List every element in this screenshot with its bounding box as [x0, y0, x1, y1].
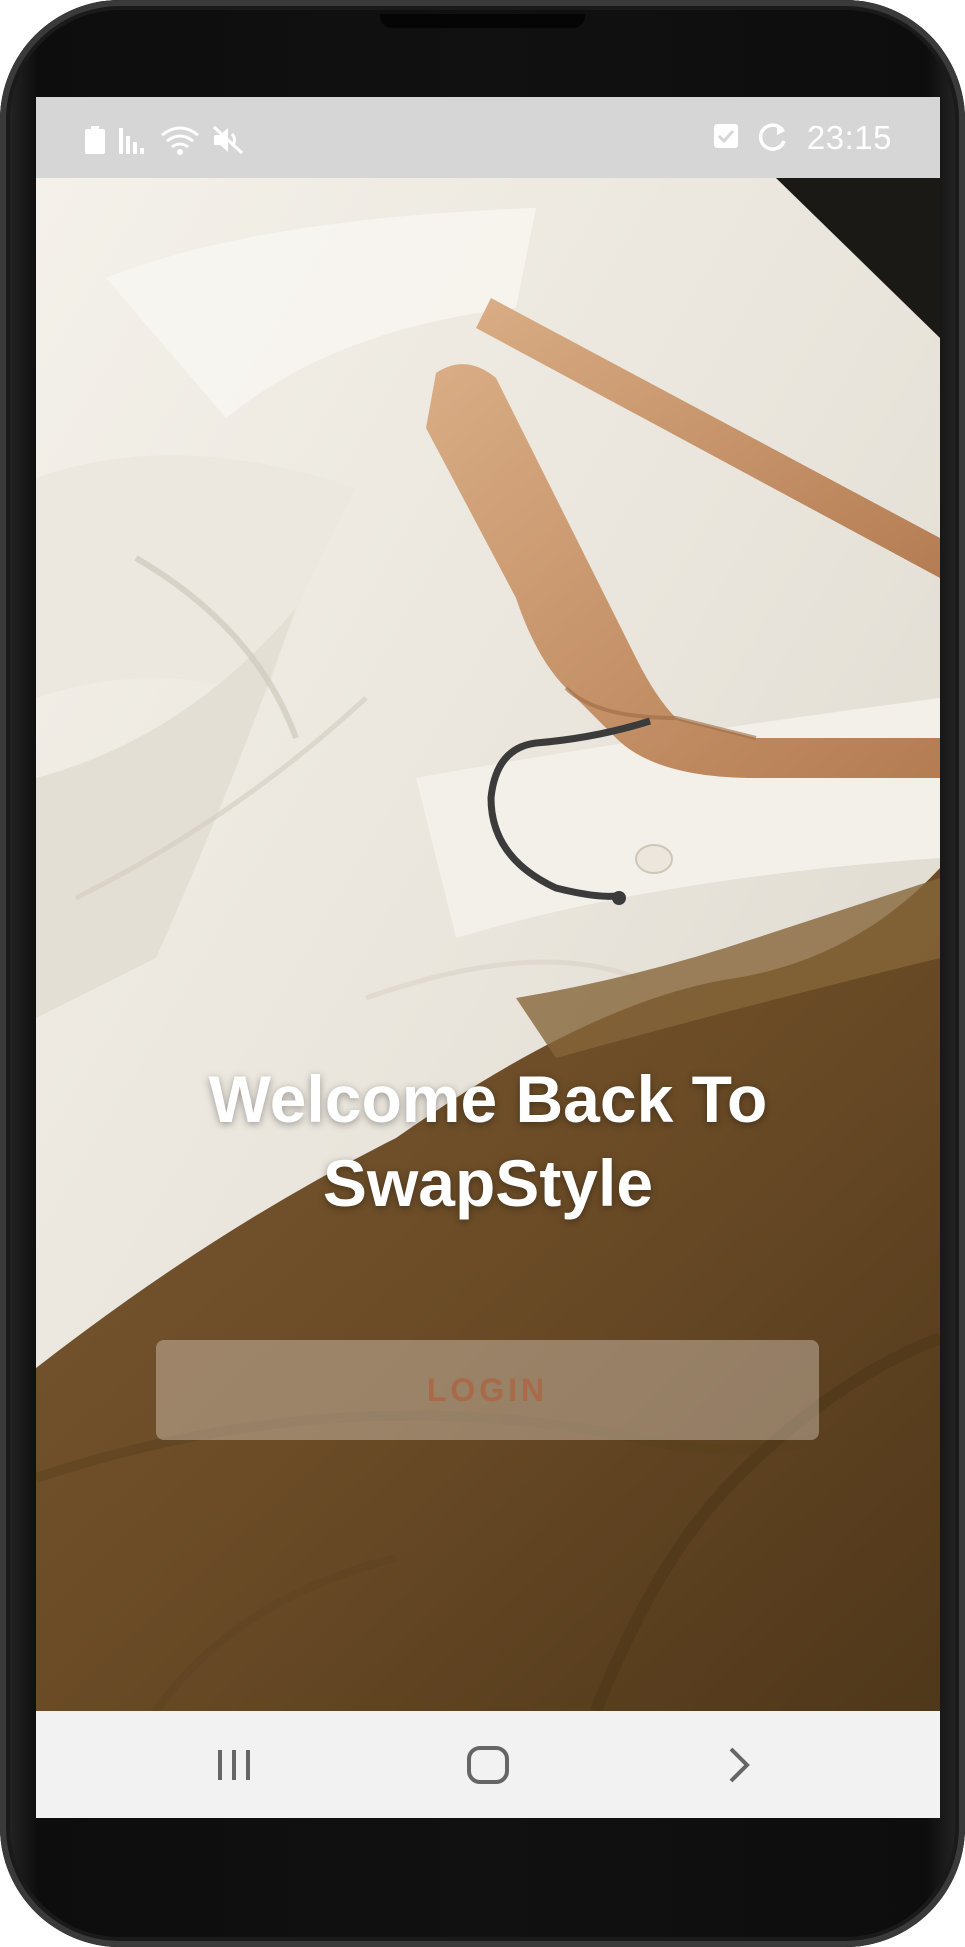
hero-background-image [36, 178, 940, 1711]
recents-icon[interactable] [204, 1735, 264, 1795]
login-button[interactable]: LOGIN [156, 1340, 819, 1440]
back-icon[interactable] [710, 1735, 770, 1795]
status-bar: 23:15 [36, 97, 940, 178]
status-right-icons: 23:15 [713, 119, 892, 157]
status-time: 23:15 [806, 119, 892, 156]
signal-icon [118, 126, 148, 159]
battery-icon [84, 126, 106, 159]
checkbox-notification-icon [713, 123, 739, 154]
navigation-bar [36, 1711, 940, 1818]
screen: 23:15 Welcome Back To SwapStyle LOGIN [36, 97, 940, 1818]
sync-icon [757, 121, 789, 156]
wifi-icon [160, 125, 200, 160]
phone-frame: 23:15 Welcome Back To SwapStyle LOGIN [0, 0, 965, 1947]
status-left-icons [84, 125, 244, 160]
earpiece-speaker [380, 14, 585, 28]
mute-icon [212, 125, 244, 160]
welcome-title: Welcome Back To SwapStyle [208, 1062, 768, 1220]
home-icon[interactable] [458, 1735, 518, 1795]
